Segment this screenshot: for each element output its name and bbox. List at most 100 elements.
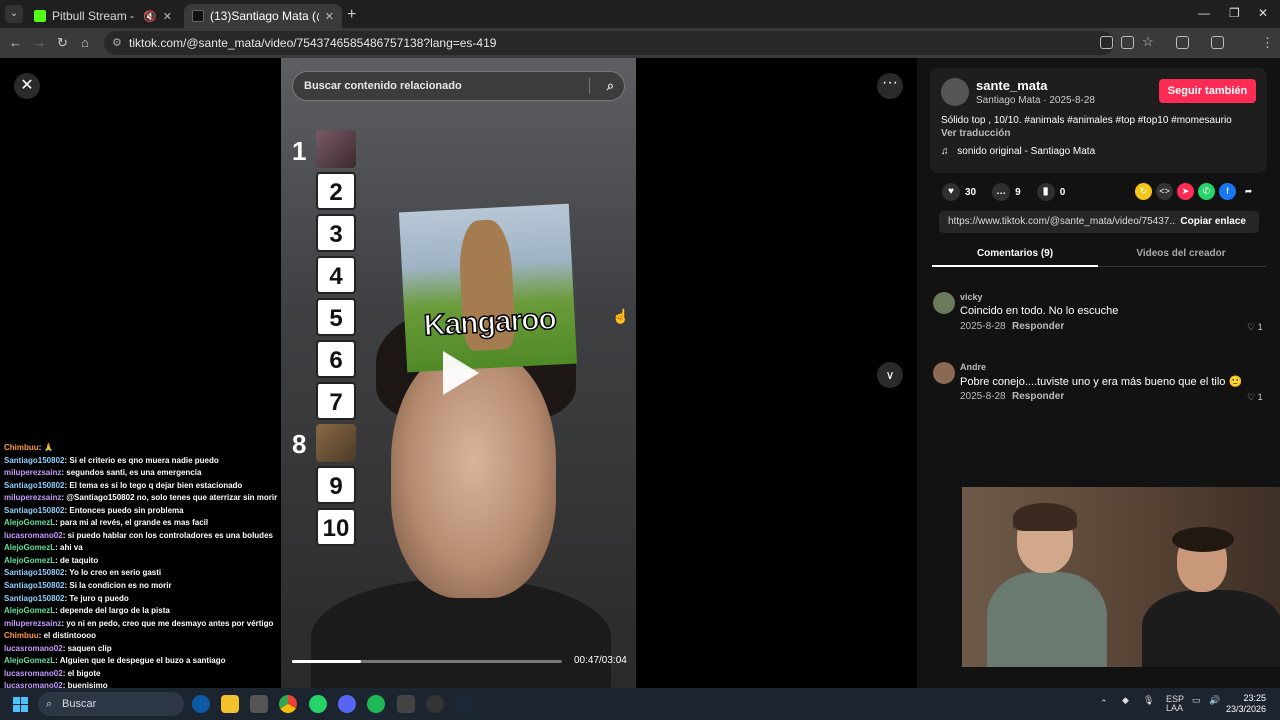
- chat-username[interactable]: miluperezsainz: [4, 493, 61, 502]
- translate-icon[interactable]: [1100, 36, 1113, 49]
- chat-username[interactable]: Chimbuu: [4, 443, 39, 452]
- spotify-icon[interactable]: [367, 695, 385, 713]
- more-options-icon[interactable]: ···: [877, 73, 903, 99]
- site-info-icon[interactable]: ⚙: [112, 31, 122, 55]
- bookmark-star-icon[interactable]: ☆: [1142, 34, 1154, 50]
- repost-icon[interactable]: ↻: [1135, 183, 1152, 200]
- chat-username[interactable]: lucasromano02: [4, 669, 63, 678]
- whatsapp-taskbar-icon[interactable]: [309, 695, 327, 713]
- facebook-icon[interactable]: f: [1219, 183, 1236, 200]
- extensions-icon[interactable]: [1176, 36, 1189, 49]
- close-icon[interactable]: ✕: [14, 73, 40, 99]
- cast-icon[interactable]: [1121, 36, 1134, 49]
- reply-button[interactable]: Responder: [1012, 321, 1064, 332]
- new-tab-icon[interactable]: +: [347, 6, 356, 24]
- avatar[interactable]: [933, 362, 955, 384]
- tab-tiktok[interactable]: (13)Santiago Mata (@sante_mata) ✕: [184, 4, 342, 28]
- author-username[interactable]: sante_mata: [976, 78, 1048, 93]
- tray-chevron-up-icon[interactable]: ⌃: [1100, 699, 1108, 708]
- chat-username[interactable]: Santiago150802: [4, 481, 64, 490]
- like-button[interactable]: ♥ 30: [942, 183, 976, 201]
- avatar[interactable]: [941, 78, 969, 106]
- tab-search-button[interactable]: ⌄: [5, 5, 23, 23]
- chat-username[interactable]: Santiago150802: [4, 581, 64, 590]
- comment-text: Pobre conejo....tuviste uno y era más bu…: [960, 376, 1243, 388]
- chat-text: el distintoooo: [43, 631, 96, 641]
- copy-link-button[interactable]: Copiar enlace: [1180, 216, 1246, 227]
- related-search-input[interactable]: Buscar contenido relacionado ⌕: [292, 71, 625, 101]
- steam-icon[interactable]: [455, 695, 473, 713]
- back-icon[interactable]: ←: [9, 35, 22, 50]
- url-bar[interactable]: ⚙ tiktok.com/@sante_mata/video/754374658…: [104, 31, 1114, 55]
- chat-username[interactable]: AlejoGomezL: [4, 656, 55, 665]
- taskbar-search[interactable]: ⌕ Buscar: [38, 692, 184, 716]
- video-progress-bar[interactable]: [292, 660, 562, 663]
- avatar[interactable]: [933, 292, 955, 314]
- save-button[interactable]: ▮ 0: [1036, 183, 1065, 201]
- tab-creator-videos[interactable]: Videos del creador: [1098, 248, 1264, 259]
- chat-username[interactable]: lucasromano02: [4, 531, 63, 540]
- minimize-icon[interactable]: —: [1198, 6, 1210, 20]
- comment-user[interactable]: vicky: [960, 292, 983, 302]
- chat-username[interactable]: miluperezsainz: [4, 619, 61, 628]
- chat-username[interactable]: AlejoGomezL: [4, 556, 55, 565]
- rank-box-4: 4: [316, 256, 356, 294]
- close-tab-icon[interactable]: ✕: [163, 10, 172, 23]
- chat-username[interactable]: Santiago150802: [4, 506, 64, 515]
- network-icon[interactable]: ▭: [1192, 696, 1201, 705]
- chat-username[interactable]: miluperezsainz: [4, 468, 61, 477]
- obs-icon[interactable]: [426, 695, 444, 713]
- app-icon[interactable]: [397, 695, 415, 713]
- speaker-icon[interactable]: 🔊: [1209, 696, 1220, 705]
- tab-comments[interactable]: Comentarios (9): [932, 248, 1098, 267]
- store-icon[interactable]: [250, 695, 268, 713]
- close-tab-icon[interactable]: ✕: [325, 10, 334, 23]
- file-explorer-icon[interactable]: [221, 695, 239, 713]
- home-icon[interactable]: ⌂: [81, 35, 89, 50]
- chat-username[interactable]: Chimbuu: [4, 631, 39, 640]
- chat-username[interactable]: lucasromano02: [4, 644, 63, 653]
- send-icon[interactable]: ➤: [1177, 183, 1194, 200]
- chat-username[interactable]: AlejoGomezL: [4, 606, 55, 615]
- comment-like-count: 1: [1257, 392, 1263, 402]
- comment-like[interactable]: ♡ 1: [1247, 392, 1263, 403]
- microphone-icon[interactable]: 🎙: [1143, 696, 1154, 705]
- chrome-icon[interactable]: [279, 695, 297, 713]
- video-player[interactable]: Buscar contenido relacionado ⌕ 1 2 3 4 5…: [281, 58, 636, 688]
- chat-username[interactable]: Santiago150802: [4, 456, 64, 465]
- next-video-chevron-down-icon[interactable]: ∨: [877, 362, 903, 388]
- music-note-icon: ♫: [941, 146, 949, 157]
- follow-button[interactable]: Seguir también: [1159, 79, 1256, 103]
- reload-icon[interactable]: ↻: [57, 35, 68, 51]
- forward-icon[interactable]: →: [33, 35, 46, 50]
- tab-pitbull-stream[interactable]: Pitbull Stream - Watch Live 🔇 ✕: [26, 4, 180, 28]
- menu-kebab-icon[interactable]: ⋮: [1261, 35, 1274, 51]
- comment-user[interactable]: Andre: [960, 362, 986, 372]
- chat-username[interactable]: Santiago150802: [4, 568, 64, 577]
- maximize-icon[interactable]: ❐: [1229, 6, 1240, 20]
- windows-start-icon[interactable]: [13, 697, 28, 712]
- tray-app-icon[interactable]: ◆: [1122, 696, 1129, 705]
- language-indicator[interactable]: ESP LAA: [1166, 695, 1184, 713]
- music-link[interactable]: ♫ sonido original - Santiago Mata: [941, 146, 1095, 157]
- search-icon[interactable]: ⌕: [607, 72, 614, 100]
- rank-box-10: 10: [316, 508, 356, 546]
- taskbar-clock[interactable]: 23:25 23/3/2026: [1226, 693, 1266, 715]
- edge-icon[interactable]: [192, 695, 210, 713]
- discord-icon[interactable]: [338, 695, 356, 713]
- see-translation-link[interactable]: Ver traducción: [941, 128, 1010, 139]
- chat-username[interactable]: Santiago150802: [4, 594, 64, 603]
- play-icon[interactable]: [443, 351, 479, 395]
- comment-like[interactable]: ♡ 1: [1247, 322, 1263, 333]
- reading-list-icon[interactable]: [1211, 36, 1224, 49]
- stream-chat-overlay: Chimbuu: 🙏 Santiago150802: Si el criterio…: [4, 442, 314, 693]
- share-arrow-icon[interactable]: ➦: [1240, 183, 1257, 200]
- chat-username[interactable]: AlejoGomezL: [4, 543, 55, 552]
- chat-username[interactable]: AlejoGomezL: [4, 518, 55, 527]
- comment-button[interactable]: … 9: [992, 183, 1021, 201]
- reply-button[interactable]: Responder: [1012, 391, 1064, 402]
- close-window-icon[interactable]: ✕: [1258, 6, 1268, 20]
- whatsapp-icon[interactable]: ✆: [1198, 183, 1215, 200]
- embed-icon[interactable]: <>: [1156, 183, 1173, 200]
- mute-icon[interactable]: 🔇: [143, 10, 157, 23]
